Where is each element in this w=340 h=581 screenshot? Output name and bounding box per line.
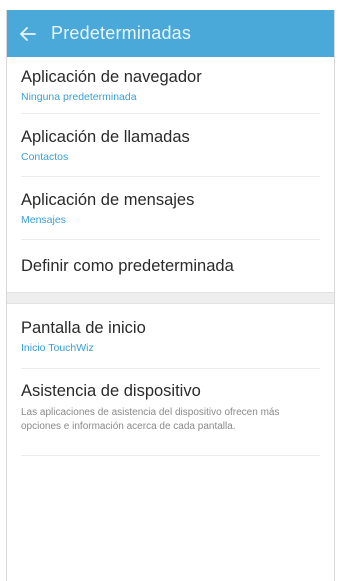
list-item-title: Aplicación de mensajes	[21, 191, 195, 209]
list-item-description: Las aplicaciones de asistencia del dispo…	[21, 407, 280, 432]
list-item-title: Aplicación de navegador	[21, 68, 202, 86]
arrow-left-icon[interactable]	[19, 25, 37, 43]
list-item-browser-app[interactable]: Aplicación de navegador Ninguna predeter…	[7, 57, 334, 113]
settings-screen: Predeterminadas Aplicación de navegador …	[6, 10, 335, 581]
list-item-set-default[interactable]: Definir como predeterminada	[7, 240, 334, 292]
list-item-device-assistance[interactable]: Asistencia de dispositivo Las aplicacion…	[7, 369, 334, 455]
list-item-title: Asistencia de dispositivo	[21, 382, 201, 400]
list-item-subtitle: Contactos	[21, 151, 69, 163]
list-item-messages-app[interactable]: Aplicación de mensajes Mensajes	[7, 177, 334, 239]
list-item-home-screen[interactable]: Pantalla de inicio Inicio TouchWiz	[7, 304, 334, 368]
list-item-calls-app[interactable]: Aplicación de llamadas Contactos	[7, 114, 334, 176]
app-bar: Predeterminadas	[7, 10, 334, 57]
page-title: Predeterminadas	[51, 23, 192, 43]
list-item-title: Definir como predeterminada	[21, 257, 234, 275]
list-item-title: Aplicación de llamadas	[21, 128, 190, 146]
section-divider	[7, 292, 334, 304]
list-item-subtitle: Ninguna predeterminada	[21, 91, 137, 103]
divider	[21, 455, 320, 456]
list-item-subtitle: Inicio TouchWiz	[21, 342, 94, 354]
list-item-title: Pantalla de inicio	[21, 319, 146, 337]
list-item-subtitle: Mensajes	[21, 214, 66, 226]
